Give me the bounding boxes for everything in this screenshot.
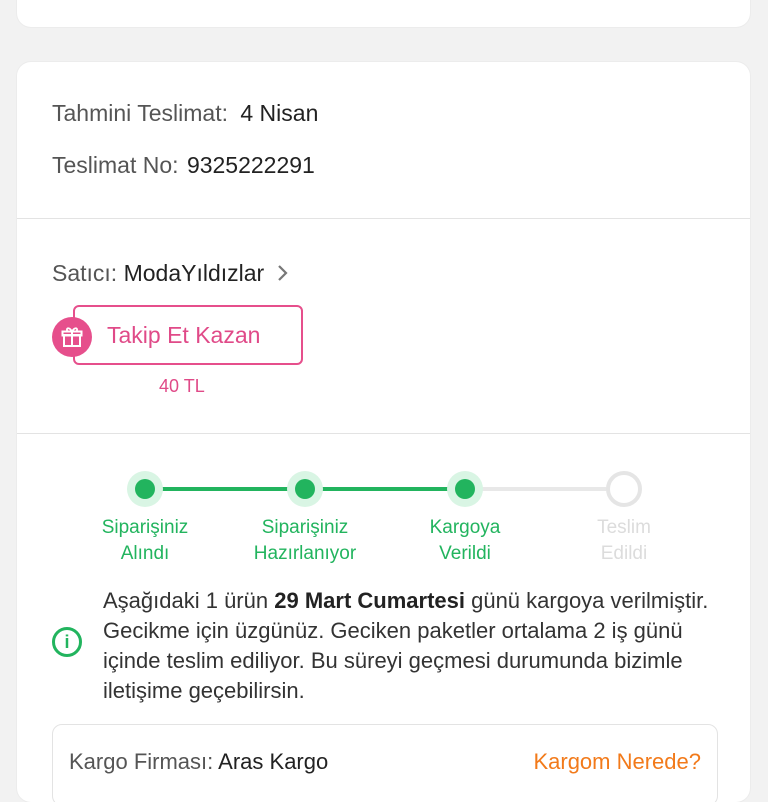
- follow-reward-amount: 40 TL: [159, 376, 205, 396]
- seller-name: ModaYıldızlar: [123, 260, 265, 286]
- seller-link[interactable]: Satıcı: ModaYıldızlar: [52, 260, 289, 288]
- step-node-shipped: [447, 471, 483, 507]
- cargo-company-row: Kargo Firması: Aras Kargo: [69, 749, 328, 775]
- shipment-progress-stepper: Siparişiniz Alındı Siparişiniz Hazırlanıyo…: [17, 457, 750, 577]
- progress-line-done: [305, 487, 465, 491]
- divider: [17, 218, 750, 219]
- progress-line-done: [145, 487, 305, 491]
- shipment-delay-notice: Aşağıdaki 1 ürün 29 Mart Cumartesi günü …: [103, 588, 709, 703]
- step-label-preparing: Siparişiniz Hazırlanıyor: [253, 517, 357, 564]
- cargo-info-box: Kargo Firması: Aras Kargo Kargom Nerede?: [52, 724, 718, 802]
- step-label-delivered: Teslim Edildi: [597, 517, 651, 564]
- chevron-right-icon: [277, 261, 289, 288]
- previous-card: [17, 0, 750, 27]
- step-label-shipped: Kargoya Verildi: [429, 517, 501, 564]
- estimated-delivery-label: Tahmini Teslimat:: [52, 100, 228, 126]
- estimated-delivery-value: 4 Nisan: [240, 100, 319, 126]
- follow-button-label: Takip Et Kazan: [107, 322, 261, 348]
- seller-label: Satıcı:: [52, 260, 118, 286]
- step-node-delivered: [606, 471, 642, 507]
- track-cargo-link[interactable]: Kargom Nerede?: [533, 749, 701, 775]
- estimated-delivery-row: Tahmini Teslimat: 4 Nisan: [52, 100, 318, 127]
- delivery-number-value: 9325222291: [186, 152, 315, 178]
- delivery-number-row: Teslimat No: 9325222291: [52, 152, 315, 179]
- follow-and-earn-button[interactable]: Takip Et Kazan: [73, 305, 303, 365]
- gift-icon: [52, 317, 92, 357]
- cargo-company-label: Kargo Firması:: [69, 749, 214, 774]
- cargo-company-name: Aras Kargo: [218, 749, 329, 774]
- delivery-number-label: Teslimat No:: [52, 152, 179, 178]
- divider: [17, 433, 750, 434]
- info-icon: i: [52, 627, 82, 657]
- step-label-received: Siparişiniz Alındı: [101, 517, 189, 564]
- progress-line-pending: [465, 487, 625, 491]
- order-shipment-card: Tahmini Teslimat: 4 Nisan Teslimat No: 9…: [17, 62, 750, 802]
- step-node-received: [127, 471, 163, 507]
- step-node-preparing: [287, 471, 323, 507]
